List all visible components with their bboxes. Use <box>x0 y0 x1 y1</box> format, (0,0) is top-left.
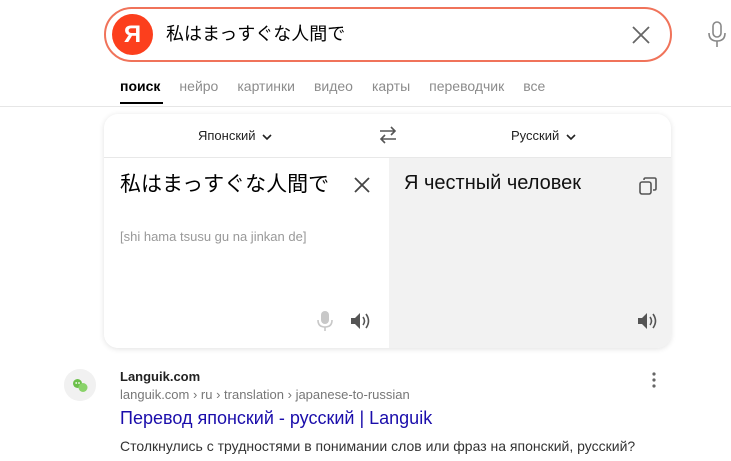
active-tab-underline <box>120 102 163 104</box>
translation-text: Я честный человек <box>404 172 582 194</box>
result-title-link[interactable]: Перевод японский - русский | Languik <box>120 408 432 429</box>
voice-search-icon[interactable] <box>705 20 729 50</box>
tab-images[interactable]: картинки <box>237 76 295 96</box>
result-snippet: Столкнулись с трудностями в понимании сл… <box>120 438 636 454</box>
target-language-label: Русский <box>511 128 560 143</box>
chevron-down-icon <box>262 133 272 140</box>
yandex-logo[interactable]: Я <box>112 14 153 55</box>
copy-icon[interactable] <box>639 177 657 195</box>
site-favicon-icon <box>64 369 96 401</box>
result-site-name[interactable]: Languik.com <box>120 369 200 384</box>
language-bar: Японский Русский <box>104 114 671 158</box>
tab-all[interactable]: все <box>523 76 545 96</box>
tab-search[interactable]: поиск <box>120 76 160 96</box>
source-pane[interactable]: 私はまっすぐな人間で [shi hama tsusu gu na jinkan … <box>104 158 389 348</box>
source-speaker-icon[interactable] <box>350 312 372 330</box>
translation-speaker-icon[interactable] <box>637 312 659 330</box>
translator-card: Японский Русский 私はまっすぐな人間で [shi hama ts… <box>104 114 671 348</box>
clear-source-icon[interactable] <box>354 177 370 193</box>
source-text[interactable]: 私はまっすぐな人間で <box>120 170 340 198</box>
microphone-icon[interactable] <box>317 310 333 332</box>
result-breadcrumb[interactable]: languik.com › ru › translation › japanes… <box>120 387 410 402</box>
tab-neuro[interactable]: нейро <box>179 76 218 96</box>
transliteration: [shi hama tsusu gu na jinkan de] <box>120 229 307 244</box>
tab-video[interactable]: видео <box>314 76 353 96</box>
tab-maps[interactable]: карты <box>372 76 410 96</box>
header-divider <box>0 106 731 107</box>
clear-search-icon[interactable] <box>630 24 652 46</box>
chevron-down-icon <box>566 133 576 140</box>
swap-languages-icon[interactable] <box>378 126 398 144</box>
translation-pane: Я честный человек <box>389 158 671 348</box>
page: Я 私はまっすぐな人間で поиск нейро картинки видео … <box>0 0 731 461</box>
search-tabs: поиск нейро картинки видео карты перевод… <box>120 76 564 96</box>
source-language-label: Японский <box>198 128 256 143</box>
tab-translator[interactable]: переводчик <box>429 76 504 96</box>
search-input[interactable]: 私はまっすぐな人間で <box>166 23 345 47</box>
target-language-select[interactable]: Русский <box>511 127 576 145</box>
more-options-icon[interactable] <box>649 371 659 389</box>
search-bar[interactable]: Я 私はまっすぐな人間で <box>104 7 672 62</box>
source-language-select[interactable]: Японский <box>198 127 272 145</box>
